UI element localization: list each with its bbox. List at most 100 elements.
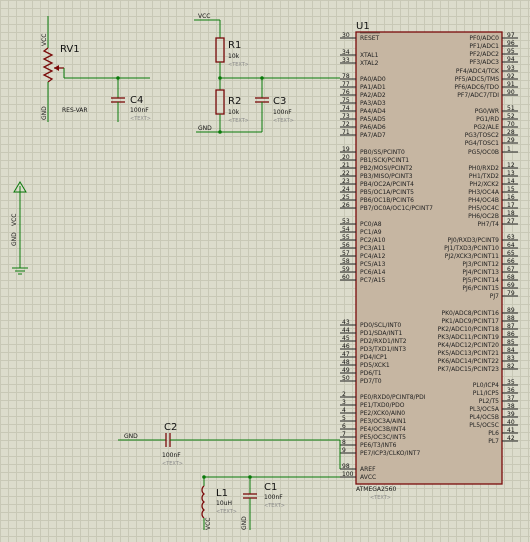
resistor-r1[interactable] <box>215 37 225 63</box>
ic-u1[interactable]: U1 ATMEGA2560 <TEXT> 30 RESET 34 XTAL1 33 XTA… <box>340 21 518 501</box>
ground-terminal[interactable]: GND <box>11 230 28 275</box>
pin-name: PF1/ADC1 <box>469 43 499 50</box>
capacitor-c1[interactable]: C1 100nF <TEXT> GND <box>241 475 285 530</box>
pin-name: AVCC <box>360 474 376 481</box>
pin-number: 44 <box>342 327 350 334</box>
pin-name: PK3/ADC11/PCINT19 <box>438 334 500 341</box>
pin-name: PC6/A14 <box>360 269 386 276</box>
c1-value: 100nF <box>264 494 283 501</box>
pin-number: 90 <box>507 89 515 96</box>
pin-name: PG0/WR <box>475 108 499 115</box>
pin-number: 36 <box>507 387 515 394</box>
pin-number: 79 <box>507 290 515 297</box>
pin-number: 14 <box>507 178 515 185</box>
pin-number: 26 <box>342 202 350 209</box>
pin-name: PL3/OC5A <box>469 406 500 413</box>
pin-number: 3 <box>342 399 346 406</box>
pin-number: 45 <box>342 335 350 342</box>
pin-name: PC1/A9 <box>360 229 382 236</box>
pin-number: 48 <box>342 359 350 366</box>
pin-number: 38 <box>507 403 515 410</box>
pin-number: 43 <box>342 319 350 326</box>
pin-name: PH3/OC4A <box>468 189 500 196</box>
pin-number: 37 <box>507 395 515 402</box>
pin-name: PJ2/XCK3/PCINT11 <box>445 253 499 260</box>
r1-text: <TEXT> <box>228 62 249 68</box>
pin-name: PJ7 <box>490 293 499 300</box>
pin-name: PL5/OC5C <box>469 422 499 429</box>
pin-number: 2 <box>342 391 346 398</box>
pin-name: PJ0/RXD3/PCINT9 <box>447 237 499 244</box>
pin-number: 39 <box>507 411 515 418</box>
pin-number: 67 <box>507 266 515 273</box>
junction-dot <box>116 76 120 80</box>
pin-number: 30 <box>342 32 350 39</box>
capacitor-c2[interactable]: GND C2 100nF <TEXT> <box>118 422 341 469</box>
pin-name: PD2/RXD1/INT2 <box>360 338 407 345</box>
pin-number: 71 <box>342 129 350 136</box>
pin-name: PK1/ADC9/PCINT17 <box>441 318 499 325</box>
pin-number: 96 <box>507 40 515 47</box>
c1-text: <TEXT> <box>264 503 285 509</box>
pin-name: PG4/TOSC1 <box>465 140 499 147</box>
junction-dot <box>218 130 222 134</box>
power-terminal[interactable]: VCC <box>11 181 27 230</box>
pin-number: 13 <box>507 170 515 177</box>
pin-name: PK6/ADC14/PCINT22 <box>438 358 500 365</box>
inductor-coil-icon <box>201 485 206 519</box>
pin-number: 1 <box>507 146 511 153</box>
pin-name: PA7/AD7 <box>360 132 386 139</box>
r1-vcc-label: VCC <box>198 13 210 20</box>
pin-name: PH7/T4 <box>478 221 500 228</box>
pin-number: 16 <box>507 194 515 201</box>
pin-number: 95 <box>507 48 515 55</box>
pin-name: PK7/ADC15/PCINT23 <box>438 366 500 373</box>
pin-name: PL6 <box>488 430 499 437</box>
schematic-canvas[interactable]: RV1 RES-VAR VCC GND C4 100nF <TEXT> VCC … <box>0 0 530 542</box>
pin-name: AREF <box>360 466 376 473</box>
capacitor-c4[interactable]: C4 100nF <TEXT> <box>111 76 151 122</box>
c1-gnd-label: GND <box>241 516 248 530</box>
pin-name: PA1/AD1 <box>360 84 386 91</box>
pin-name: PD1/SDA/INT1 <box>360 330 402 337</box>
pin-name: PE7/ICP3/CLKO/INT7 <box>360 450 420 457</box>
pin-number: 29 <box>507 137 515 144</box>
pin-name: PA0/AD0 <box>360 76 386 83</box>
wiper-arrow-icon <box>54 65 59 71</box>
pin-name: PL4/OC5B <box>469 414 499 421</box>
pin-name: PH1/TXD2 <box>469 173 499 180</box>
pin-name: XTAL2 <box>360 60 379 67</box>
pin-number: 88 <box>507 315 515 322</box>
pin-name: PB3/MISO/PCINT3 <box>360 173 413 180</box>
pin-name: PD5/XCK1 <box>360 362 390 369</box>
pin-name: PF6/ADC6/TDO <box>454 84 499 91</box>
pin-number: 24 <box>342 186 350 193</box>
pin-name: PB6/OC1B/PCINT6 <box>360 197 414 204</box>
pin-name: PH0/RXD2 <box>468 165 499 172</box>
pin-number: 40 <box>507 419 515 426</box>
terminal-gnd-label: GND <box>11 232 18 246</box>
pin-number: 50 <box>342 375 350 382</box>
c2-value: 100nF <box>162 452 181 459</box>
divider-network[interactable]: VCC GND R1 10k <TEXT> R2 10k <TEXT> C3 1… <box>194 13 340 134</box>
pin-name: PL1/ICP5 <box>473 390 499 397</box>
pin-name: PB0/SS/PCINT0 <box>360 149 405 156</box>
resistor-r2[interactable] <box>215 89 225 115</box>
pin-name: PC7/A15 <box>360 277 386 284</box>
terminal-vcc-label: VCC <box>11 214 18 226</box>
pin-name: PD3/TXD1/INT3 <box>360 346 406 353</box>
pin-number: 85 <box>507 339 515 346</box>
junction-dot <box>260 76 264 80</box>
pin-number: 58 <box>342 258 350 265</box>
pin-name: PL2/T5 <box>479 398 499 405</box>
junction-dot <box>218 76 222 80</box>
pin-number: 42 <box>507 435 515 442</box>
pin-number: 35 <box>507 379 515 386</box>
pin-name: PG5/OC0B <box>468 149 499 156</box>
pin-name: PK0/ADC8/PCINT16 <box>441 310 499 317</box>
r1-value: 10k <box>228 53 240 60</box>
pin-name: PC2/A10 <box>360 237 386 244</box>
pin-name: PC4/A12 <box>360 253 386 260</box>
pin-number: 82 <box>507 363 515 370</box>
pin-number: 57 <box>342 250 350 257</box>
